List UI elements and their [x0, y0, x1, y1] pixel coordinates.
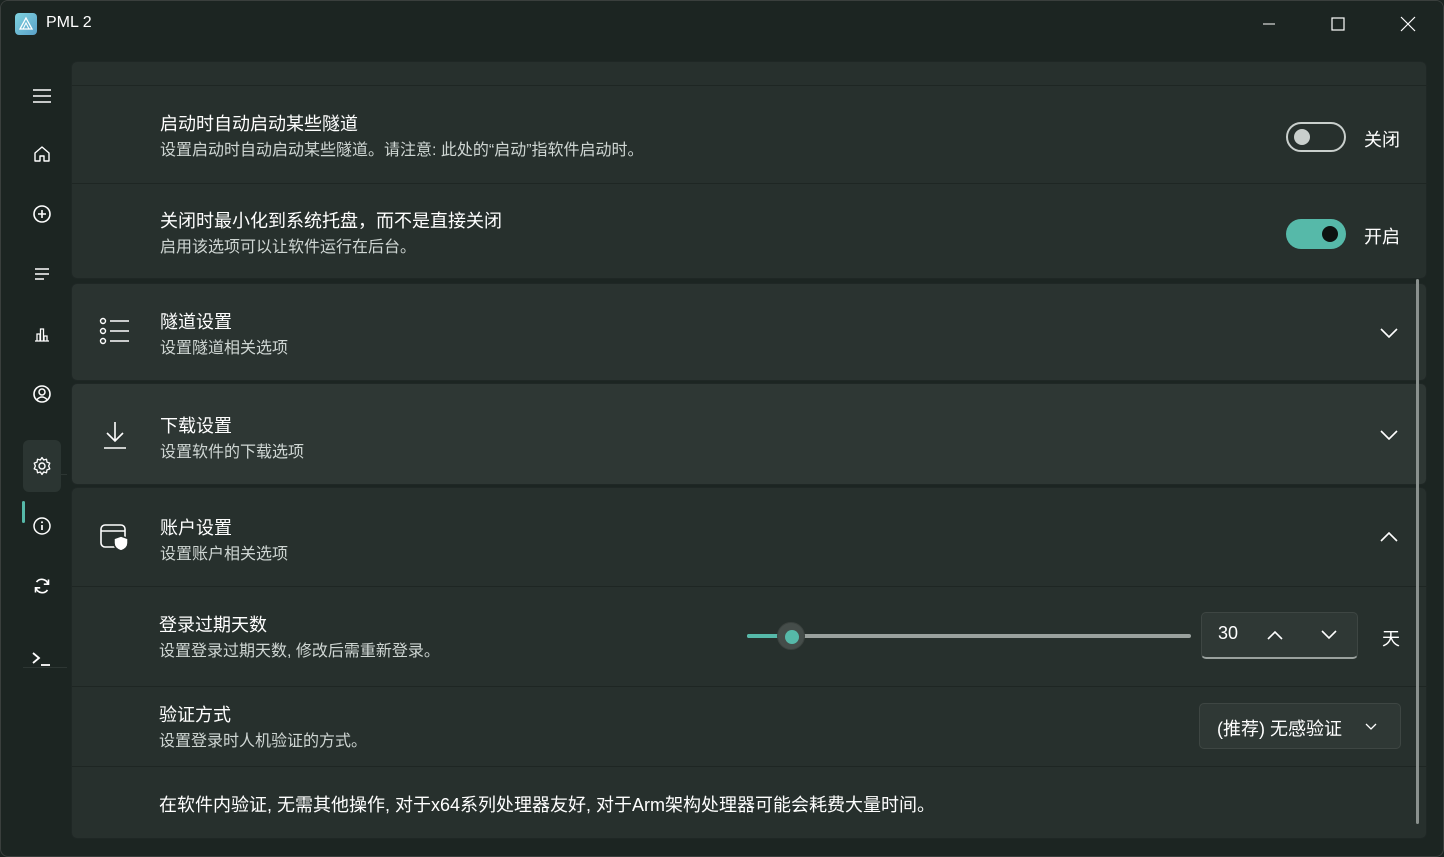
maximize-button[interactable]: [1303, 1, 1373, 47]
minimize-tray-subtitle: 启用该选项可以让软件运行在后台。: [160, 239, 417, 256]
terminal-icon: [32, 652, 50, 666]
verify-method-selected: (推荐) 无感验证: [1217, 719, 1342, 739]
info-icon: [33, 517, 51, 535]
account-settings-subtitle: 设置账户相关选项: [160, 546, 289, 563]
login-expiry-subtitle: 设置登录过期天数, 修改后需重新登录。: [159, 643, 440, 660]
autostart-subtitle: 设置启动时自动启动某些隧道。请注意: 此处的“启动”指软件启动时。: [160, 142, 644, 159]
tunnel-settings-expander[interactable]: 隧道设置 设置隧道相关选项: [71, 283, 1427, 381]
chevron-down-icon[interactable]: [1376, 320, 1402, 346]
download-icon: [98, 418, 132, 452]
sidebar-item-add[interactable]: [23, 188, 61, 240]
sidebar-item-home[interactable]: [23, 128, 61, 180]
add-circle-icon: [33, 205, 51, 223]
sidebar-item-terminal[interactable]: [23, 633, 61, 685]
hamburger-menu-icon: [33, 89, 51, 103]
login-expiry-slider[interactable]: [747, 622, 1191, 650]
download-settings-title: 下载设置: [160, 416, 232, 436]
row-divider: [72, 183, 1428, 184]
chevron-down-icon: [1321, 630, 1337, 640]
sidebar-menu-toggle[interactable]: [23, 70, 61, 122]
verify-method-dropdown[interactable]: (推荐) 无感验证: [1199, 703, 1401, 749]
sidebar-nav: [1, 47, 71, 856]
title-bar[interactable]: PML 2: [1, 1, 1443, 47]
login-expiry-value: 30: [1218, 623, 1239, 643]
bar-chart-icon: [35, 328, 49, 342]
sidebar-item-list[interactable]: [23, 248, 61, 300]
chevron-down-icon[interactable]: [1376, 422, 1402, 448]
user-circle-icon: [33, 385, 51, 403]
general-settings-card: 启动时自动启动某些隧道 设置启动时自动启动某些隧道。请注意: 此处的“启动”指软…: [71, 61, 1428, 279]
tunnel-settings-title: 隧道设置: [160, 312, 232, 332]
autostart-toggle[interactable]: [1286, 122, 1346, 152]
row-divider: [72, 85, 1428, 86]
app-window: PML 2 启动时自动启动某些隧道 设置启动时自动启动某些隧道。请注意: 此处的…: [0, 0, 1444, 857]
minimize-tray-state: 开启: [1364, 227, 1400, 247]
verify-method-note: 在软件内验证, 无需其他操作, 对于x64系列处理器友好, 对于Arm架构处理器…: [159, 795, 936, 815]
settings-gear-icon: [33, 456, 51, 476]
login-expiry-unit: 天: [1382, 629, 1400, 649]
verify-method-subtitle: 设置登录时人机验证的方式。: [159, 733, 368, 750]
close-button[interactable]: [1373, 1, 1443, 47]
minimize-tray-title: 关闭时最小化到系统托盘，而不是直接关闭: [160, 211, 502, 231]
verify-method-title: 验证方式: [159, 705, 231, 725]
list-bullets-icon: [98, 314, 132, 348]
sidebar-item-account[interactable]: [23, 368, 61, 420]
minimize-button[interactable]: [1234, 1, 1304, 47]
sidebar-item-stats[interactable]: [23, 308, 61, 360]
chevron-down-icon: [1362, 718, 1380, 736]
tunnel-settings-subtitle: 设置隧道相关选项: [160, 340, 289, 357]
sidebar-item-settings[interactable]: [23, 440, 61, 492]
app-logo-icon: [15, 13, 37, 35]
download-settings-subtitle: 设置软件的下载选项: [160, 444, 305, 461]
account-settings-title: 账户设置: [160, 518, 232, 538]
sync-icon: [34, 578, 50, 594]
chevron-up-icon[interactable]: [1376, 524, 1402, 550]
row-divider: [72, 686, 1428, 687]
increment-button[interactable]: [1260, 621, 1290, 649]
sidebar-item-update[interactable]: [23, 560, 61, 612]
maximize-icon: [1331, 17, 1345, 31]
minimize-tray-toggle[interactable]: [1286, 219, 1346, 249]
login-expiry-number-box[interactable]: 30: [1201, 612, 1358, 659]
autostart-title: 启动时自动启动某些隧道: [160, 114, 358, 134]
chevron-up-icon: [1267, 630, 1283, 640]
account-shield-icon: [98, 520, 132, 554]
login-expiry-title: 登录过期天数: [159, 615, 267, 635]
account-settings-expander: 账户设置 设置账户相关选项: [71, 487, 1428, 839]
close-icon: [1400, 16, 1416, 32]
window-title: PML 2: [46, 14, 92, 31]
sidebar-item-about[interactable]: [23, 500, 61, 552]
autostart-state: 关闭: [1364, 130, 1400, 150]
settings-panel: 启动时自动启动某些隧道 设置启动时自动启动某些隧道。请注意: 此处的“启动”指软…: [71, 61, 1428, 841]
row-divider: [72, 766, 1428, 767]
toggle-knob: [1322, 226, 1338, 242]
download-settings-expander[interactable]: 下载设置 设置软件的下载选项: [71, 383, 1427, 485]
minimize-icon: [1263, 23, 1275, 25]
scrollbar[interactable]: [1416, 279, 1419, 824]
list-icon: [35, 268, 49, 280]
decrement-button[interactable]: [1314, 621, 1344, 649]
toggle-knob: [1294, 129, 1310, 145]
slider-thumb[interactable]: [777, 622, 805, 650]
home-icon: [34, 146, 50, 162]
row-divider: [72, 586, 1428, 587]
